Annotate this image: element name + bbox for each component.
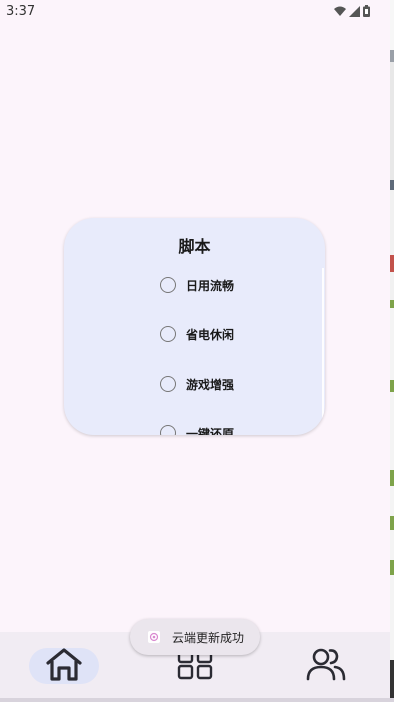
background-window-edge bbox=[390, 0, 394, 702]
option-one-click-restore[interactable]: 一键还原 bbox=[160, 423, 234, 435]
radio-button[interactable] bbox=[160, 376, 176, 392]
battery-icon bbox=[363, 5, 370, 17]
radio-button[interactable] bbox=[160, 277, 176, 293]
radio-button[interactable] bbox=[160, 425, 176, 435]
screen-bottom-edge bbox=[0, 698, 394, 702]
toast-message: 云端更新成功 bbox=[172, 630, 245, 645]
nav-profile-button[interactable] bbox=[291, 648, 361, 684]
option-label: 日用流畅 bbox=[186, 278, 235, 293]
toast-notification: 云端更新成功 bbox=[130, 619, 260, 655]
option-label: 游戏增强 bbox=[186, 377, 235, 392]
script-option-list[interactable]: 日用流畅 省电休闲 游戏增强 一键还原 bbox=[64, 264, 325, 435]
home-icon bbox=[44, 646, 84, 686]
status-bar: 3:37 bbox=[0, 0, 390, 24]
option-power-saving[interactable]: 省电休闲 bbox=[160, 324, 234, 344]
app-screen: 3:37 脚本 日用流畅 省电休闲 游戏增强 一键还原 云端更新成功 bbox=[0, 0, 390, 702]
dialog-title: 脚本 bbox=[178, 237, 211, 256]
status-time: 3:37 bbox=[6, 4, 36, 19]
wifi-icon bbox=[334, 6, 346, 17]
nav-home-button[interactable] bbox=[29, 648, 99, 684]
signal-icon bbox=[349, 5, 360, 17]
option-label: 一键还原 bbox=[186, 426, 235, 436]
radio-button[interactable] bbox=[160, 326, 176, 342]
option-label: 省电休闲 bbox=[186, 327, 235, 342]
script-dialog: 脚本 日用流畅 省电休闲 游戏增强 一键还原 bbox=[64, 218, 325, 435]
people-icon bbox=[305, 647, 347, 685]
option-game-boost[interactable]: 游戏增强 bbox=[160, 374, 234, 394]
option-daily-smooth[interactable]: 日用流畅 bbox=[160, 275, 234, 295]
app-icon bbox=[148, 631, 160, 643]
status-icons bbox=[334, 5, 370, 17]
